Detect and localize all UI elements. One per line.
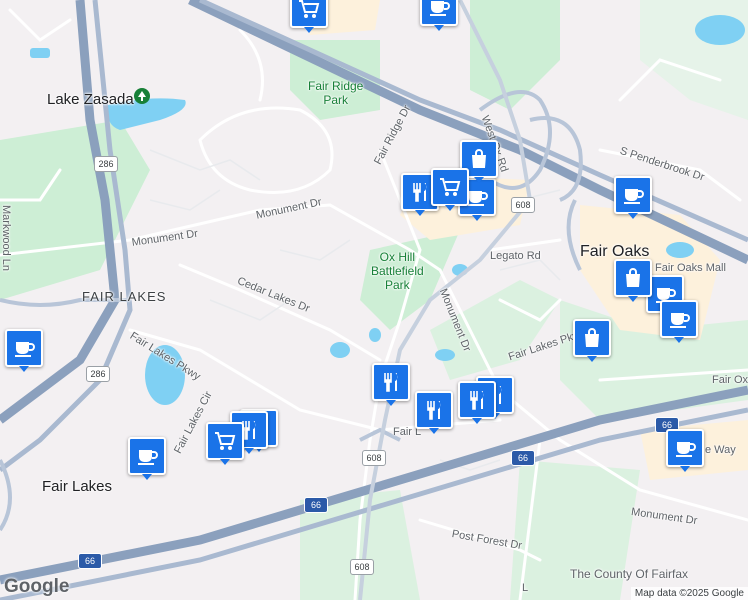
park-label-line: Ox Hill	[379, 250, 416, 264]
shopping-bag-icon-marker[interactable]	[573, 319, 611, 362]
fair-lakes-area-label: FAIR LAKES	[82, 289, 167, 304]
route-286-shield: 286	[86, 366, 110, 382]
legato-rd-label: Legato Rd	[490, 250, 541, 262]
fair-oaks-mall-label: Fair Oaks Mall	[655, 262, 726, 274]
route-608-shield: 608	[511, 197, 535, 213]
route-286-shield: 286	[94, 156, 118, 172]
park-label-line: Park	[385, 278, 410, 292]
e-way-label: e Way	[705, 444, 736, 456]
route-608-shield: 608	[362, 450, 386, 466]
shopping-bag-icon-marker[interactable]	[614, 259, 652, 302]
coffee-cup-icon-marker[interactable]	[5, 329, 43, 372]
interstate-66-shield: 66	[78, 553, 102, 569]
fair-lakes-town-label: Fair Lakes	[42, 478, 113, 495]
ox-hill-park-label: Ox Hill Battlefield Park	[371, 250, 424, 292]
coffee-cup-icon-marker[interactable]	[660, 300, 698, 343]
coffee-cup-icon-marker[interactable]	[128, 437, 166, 480]
shopping-cart-icon-marker[interactable]	[290, 0, 328, 33]
route-608-shield: 608	[350, 559, 374, 575]
fork-knife-icon-marker[interactable]	[415, 391, 453, 434]
google-logo: Google	[4, 576, 70, 597]
coffee-cup-icon-marker[interactable]	[614, 176, 652, 219]
map-attribution[interactable]: Map data ©2025 Google	[630, 587, 748, 600]
coffee-cup-icon-marker[interactable]	[420, 0, 458, 31]
county-label: The County Of Fairfax	[570, 567, 689, 581]
markwood-ln-label: Markwood Ln	[0, 205, 12, 272]
lake-zasada-label: Lake Zasada	[47, 91, 134, 108]
park-label-line: Fair Ridge	[308, 79, 364, 93]
fair-ox-label: Fair Ox	[712, 374, 748, 386]
interstate-66-shield: 66	[304, 497, 328, 513]
shopping-cart-icon-marker[interactable]	[431, 168, 469, 211]
interstate-66-shield: 66	[511, 450, 535, 466]
coffee-cup-icon-marker[interactable]	[666, 429, 704, 472]
map-canvas[interactable]: Lake Zasada Fair Ridge Park Ox Hill Batt…	[0, 0, 748, 600]
l-road-label: L	[522, 582, 529, 594]
park-label-line: Battlefield	[371, 264, 424, 278]
fork-knife-icon-marker[interactable]	[372, 363, 410, 406]
fork-knife-icon-marker[interactable]	[458, 381, 496, 424]
fair-ridge-park-label: Fair Ridge Park	[308, 79, 363, 107]
park-label-line: Park	[323, 93, 349, 107]
park-tree-icon	[134, 88, 150, 104]
shopping-cart-icon-marker[interactable]	[206, 422, 244, 465]
